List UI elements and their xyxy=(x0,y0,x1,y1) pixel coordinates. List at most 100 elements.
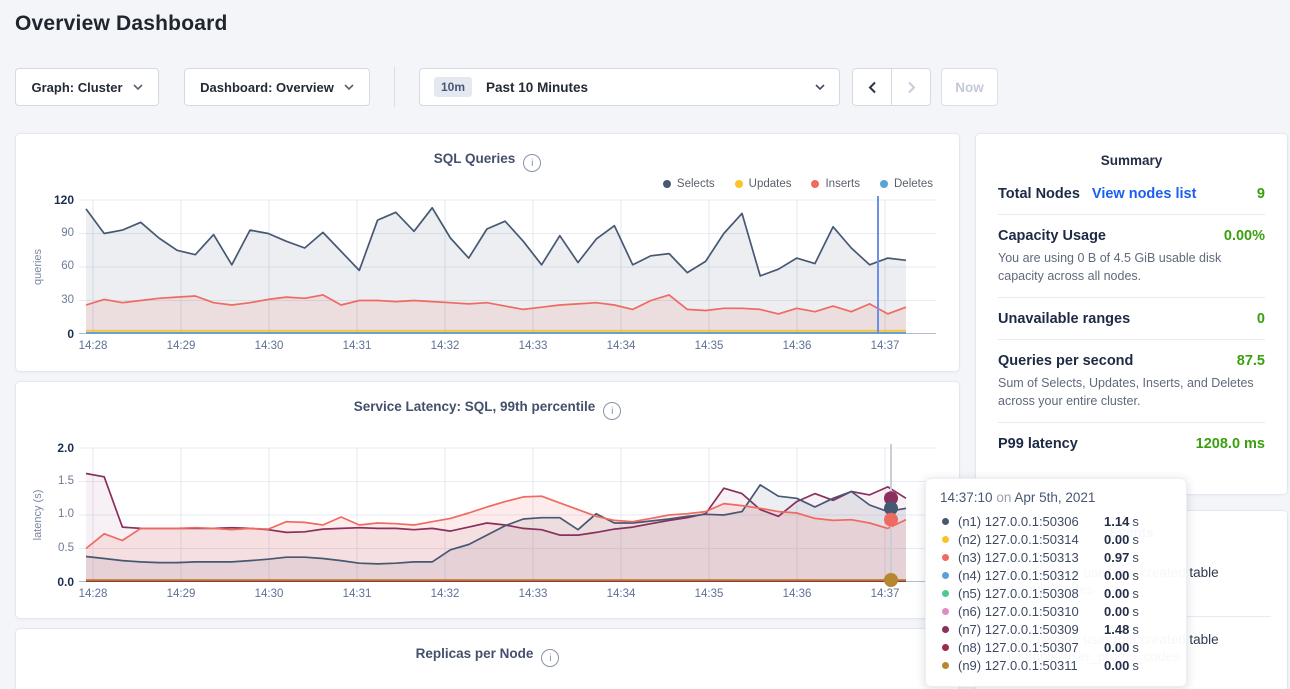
dashboard-selector-label: Dashboard: Overview xyxy=(200,80,334,95)
x-axis-tick: 14:30 xyxy=(247,588,291,600)
node-latency-unit: s xyxy=(1132,640,1139,655)
chevron-down-icon xyxy=(344,84,354,90)
info-icon[interactable]: i xyxy=(603,402,621,420)
node-color-dot xyxy=(942,518,949,525)
y-axis-tick: 2.0 xyxy=(16,441,74,455)
service-latency-card: Service Latency: SQL, 99th percentilei l… xyxy=(15,381,960,619)
now-button[interactable]: Now xyxy=(941,68,998,106)
node-latency-unit: s xyxy=(1132,568,1139,583)
chevron-down-icon xyxy=(815,84,825,90)
sql-queries-plot[interactable] xyxy=(79,200,936,334)
view-nodes-list-link[interactable]: View nodes list xyxy=(1092,186,1197,202)
summary-divider xyxy=(998,214,1265,215)
previous-time-window-button[interactable] xyxy=(853,69,891,105)
x-axis-tick: 14:35 xyxy=(687,588,731,600)
toolbar-divider xyxy=(394,67,395,107)
summary-row-label: P99 latency xyxy=(998,436,1078,452)
sql-queries-chart-title: SQL Queriesi xyxy=(16,134,959,172)
legend-label: Inserts xyxy=(825,178,860,190)
legend-label: Selects xyxy=(677,178,715,190)
node-latency-value: 1.48 xyxy=(1104,622,1129,637)
replicas-per-node-chart-title: Replicas per Nodei xyxy=(16,629,959,667)
y-axis-tick: 1.0 xyxy=(16,508,74,520)
x-axis-tick: 14:29 xyxy=(159,340,203,352)
summary-row-value: 9 xyxy=(1257,186,1265,202)
summary-divider xyxy=(998,339,1265,340)
y-axis-tick: 0.0 xyxy=(16,575,74,589)
node-latency-value: 0.00 xyxy=(1104,640,1129,655)
service-latency-plot[interactable] xyxy=(79,448,936,582)
node-latency-value: 1.14 xyxy=(1104,514,1129,529)
time-range-dropdown[interactable]: 10m Past 10 Minutes xyxy=(419,68,840,106)
node-color-dot xyxy=(942,626,949,633)
x-axis-tick: 14:28 xyxy=(71,588,115,600)
node-color-dot xyxy=(942,572,949,579)
replicas-per-node-card: Replicas per Nodei xyxy=(15,628,960,689)
x-axis-tick: 14:36 xyxy=(775,588,819,600)
node-color-dot xyxy=(942,536,949,543)
x-axis-tick: 14:31 xyxy=(335,588,379,600)
summary-row-value: 1208.0 ms xyxy=(1196,436,1265,452)
legend-dot xyxy=(663,180,671,188)
time-window-arrows xyxy=(852,68,931,106)
node-address-label: (n2) 127.0.0.1:50314 xyxy=(958,532,1104,547)
y-axis-tick: 90 xyxy=(16,227,74,239)
summary-row-value: 0 xyxy=(1257,311,1265,327)
x-axis-tick: 14:32 xyxy=(423,340,467,352)
y-axis-tick: 1.5 xyxy=(16,475,74,487)
x-axis-tick: 14:29 xyxy=(159,588,203,600)
x-axis-tick: 14:31 xyxy=(335,340,379,352)
dashboard-selector-dropdown[interactable]: Dashboard: Overview xyxy=(184,68,370,106)
summary-row-label: Total Nodes xyxy=(998,186,1080,202)
node-latency-unit: s xyxy=(1132,532,1139,547)
summary-divider xyxy=(998,422,1265,423)
summary-row: Unavailable ranges 0 xyxy=(998,311,1265,327)
node-address-label: (n9) 127.0.0.1:50311 xyxy=(958,658,1104,673)
summary-row-value: 87.5 xyxy=(1237,353,1265,369)
node-latency-unit: s xyxy=(1132,604,1139,619)
sql-queries-card: SQL Queriesi SelectsUpdatesInsertsDelete… xyxy=(15,133,960,372)
node-color-dot xyxy=(942,590,949,597)
node-latency-unit: s xyxy=(1132,514,1139,529)
node-latency-unit: s xyxy=(1132,550,1139,565)
node-latency-value: 0.00 xyxy=(1104,568,1129,583)
y-axis-tick: 60 xyxy=(16,260,74,272)
tooltip-node-row: (n1) 127.0.0.1:503061.14s xyxy=(940,512,1172,530)
y-axis-tick: 0.5 xyxy=(16,542,74,554)
chevron-down-icon xyxy=(133,84,143,90)
legend-label: Updates xyxy=(749,178,792,190)
next-time-window-button[interactable] xyxy=(891,69,930,105)
x-axis-tick: 14:35 xyxy=(687,340,731,352)
tooltip-node-row: (n3) 127.0.0.1:503130.97s xyxy=(940,548,1172,566)
node-address-label: (n8) 127.0.0.1:50307 xyxy=(958,640,1104,655)
node-latency-unit: s xyxy=(1132,658,1139,673)
summary-row: Total Nodes View nodes list 9 xyxy=(998,186,1265,202)
legend-item: Updates xyxy=(735,178,792,190)
x-axis-tick: 14:32 xyxy=(423,588,467,600)
legend-dot xyxy=(880,180,888,188)
sql-queries-legend: SelectsUpdatesInsertsDeletes xyxy=(663,178,933,190)
x-axis-tick: 14:34 xyxy=(599,340,643,352)
x-axis-tick: 14:33 xyxy=(511,340,555,352)
chart-hover-tooltip: 14:37:10 on Apr 5th, 2021 (n1) 127.0.0.1… xyxy=(925,478,1187,687)
summary-row: Capacity Usage 0.00% xyxy=(998,228,1265,244)
y-axis-tick: 0 xyxy=(16,327,74,341)
tooltip-node-row: (n7) 127.0.0.1:503091.48s xyxy=(940,620,1172,638)
info-icon[interactable]: i xyxy=(541,649,559,667)
node-latency-value: 0.00 xyxy=(1104,586,1129,601)
summary-row-value: 0.00% xyxy=(1224,228,1265,244)
node-address-label: (n5) 127.0.0.1:50308 xyxy=(958,586,1104,601)
x-axis-tick: 14:37 xyxy=(863,340,907,352)
summary-heading: Summary xyxy=(998,153,1265,168)
tooltip-node-row: (n9) 127.0.0.1:503110.00s xyxy=(940,656,1172,674)
legend-dot xyxy=(811,180,819,188)
node-latency-unit: s xyxy=(1132,586,1139,601)
legend-item: Selects xyxy=(663,178,715,190)
summary-row-label: Unavailable ranges xyxy=(998,311,1130,327)
summary-row: Queries per second87.5 xyxy=(998,353,1265,369)
info-icon[interactable]: i xyxy=(523,154,541,172)
node-latency-unit: s xyxy=(1132,622,1139,637)
node-address-label: (n6) 127.0.0.1:50310 xyxy=(958,604,1104,619)
graph-selector-dropdown[interactable]: Graph: Cluster xyxy=(15,68,159,106)
summary-row-label: Capacity Usage xyxy=(998,228,1106,244)
